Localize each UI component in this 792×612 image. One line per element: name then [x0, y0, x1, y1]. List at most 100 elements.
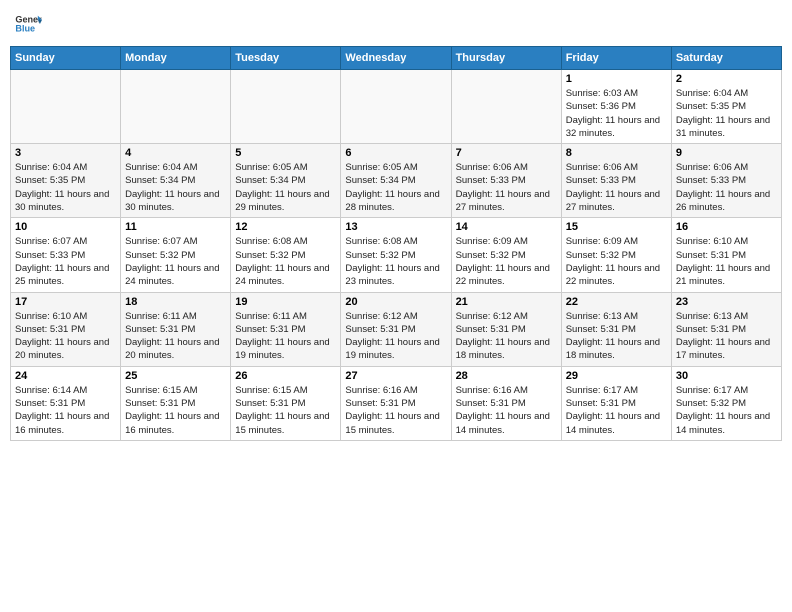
- calendar-cell: 30 Sunrise: 6:17 AMSunset: 5:32 PMDayligh…: [671, 366, 781, 440]
- day-info: Sunrise: 6:04 AMSunset: 5:35 PMDaylight:…: [676, 87, 777, 140]
- calendar-week-2: 3 Sunrise: 6:04 AMSunset: 5:35 PMDaylight…: [11, 144, 782, 218]
- calendar-cell: [451, 70, 561, 144]
- day-info: Sunrise: 6:03 AMSunset: 5:36 PMDaylight:…: [566, 87, 667, 140]
- logo-icon: General Blue: [14, 10, 42, 38]
- calendar-cell: 27Sunrise: 6:16 AMSunset: 5:31 PMDayligh…: [341, 366, 451, 440]
- column-header-monday: Monday: [121, 47, 231, 70]
- calendar-cell: 28Sunrise: 6:16 AMSunset: 5:31 PMDayligh…: [451, 366, 561, 440]
- calendar-cell: [121, 70, 231, 144]
- day-number: 11: [125, 221, 226, 233]
- calendar-cell: 26 Sunrise: 6:15 AMSunset: 5:31 PMDayligh…: [231, 366, 341, 440]
- calendar-cell: 8 Sunrise: 6:06 AMSunset: 5:33 PMDaylight…: [561, 144, 671, 218]
- day-number: 6: [345, 147, 446, 159]
- day-number: 25: [125, 370, 226, 382]
- calendar-week-3: 10Sunrise: 6:07 AMSunset: 5:33 PMDayligh…: [11, 218, 782, 292]
- day-info: Sunrise: 6:06 AMSunset: 5:33 PMDaylight:…: [676, 161, 777, 214]
- logo: General Blue: [14, 10, 42, 38]
- day-number: 1: [566, 73, 667, 85]
- day-number: 21: [456, 296, 557, 308]
- calendar-cell: 4 Sunrise: 6:04 AMSunset: 5:34 PMDaylight…: [121, 144, 231, 218]
- column-header-thursday: Thursday: [451, 47, 561, 70]
- day-number: 30: [676, 370, 777, 382]
- calendar-cell: 10Sunrise: 6:07 AMSunset: 5:33 PMDayligh…: [11, 218, 121, 292]
- day-number: 17: [15, 296, 116, 308]
- day-info: Sunrise: 6:06 AMSunset: 5:33 PMDaylight:…: [456, 161, 557, 214]
- day-info: Sunrise: 6:17 AMSunset: 5:31 PMDaylight:…: [566, 384, 667, 437]
- day-number: 28: [456, 370, 557, 382]
- column-header-friday: Friday: [561, 47, 671, 70]
- day-info: Sunrise: 6:15 AMSunset: 5:31 PMDaylight:…: [125, 384, 226, 437]
- calendar-body: 1 Sunrise: 6:03 AMSunset: 5:36 PMDaylight…: [11, 70, 782, 441]
- day-number: 24: [15, 370, 116, 382]
- day-info: Sunrise: 6:17 AMSunset: 5:32 PMDaylight:…: [676, 384, 777, 437]
- day-info: Sunrise: 6:13 AMSunset: 5:31 PMDaylight:…: [566, 310, 667, 363]
- column-header-wednesday: Wednesday: [341, 47, 451, 70]
- day-number: 5: [235, 147, 336, 159]
- day-info: Sunrise: 6:08 AMSunset: 5:32 PMDaylight:…: [345, 235, 446, 288]
- calendar-cell: [341, 70, 451, 144]
- day-info: Sunrise: 6:06 AMSunset: 5:33 PMDaylight:…: [566, 161, 667, 214]
- day-number: 13: [345, 221, 446, 233]
- calendar-cell: 14 Sunrise: 6:09 AMSunset: 5:32 PMDayligh…: [451, 218, 561, 292]
- calendar-header-row: SundayMondayTuesdayWednesdayThursdayFrid…: [11, 47, 782, 70]
- day-info: Sunrise: 6:11 AMSunset: 5:31 PMDaylight:…: [125, 310, 226, 363]
- day-number: 9: [676, 147, 777, 159]
- day-number: 15: [566, 221, 667, 233]
- day-number: 23: [676, 296, 777, 308]
- calendar-cell: 25 Sunrise: 6:15 AMSunset: 5:31 PMDayligh…: [121, 366, 231, 440]
- day-info: Sunrise: 6:16 AMSunset: 5:31 PMDaylight:…: [345, 384, 446, 437]
- column-header-saturday: Saturday: [671, 47, 781, 70]
- day-info: Sunrise: 6:04 AMSunset: 5:35 PMDaylight:…: [15, 161, 116, 214]
- day-number: 12: [235, 221, 336, 233]
- day-info: Sunrise: 6:08 AMSunset: 5:32 PMDaylight:…: [235, 235, 336, 288]
- day-number: 19: [235, 296, 336, 308]
- calendar-week-1: 1 Sunrise: 6:03 AMSunset: 5:36 PMDaylight…: [11, 70, 782, 144]
- page-header: General Blue: [10, 10, 782, 38]
- column-header-sunday: Sunday: [11, 47, 121, 70]
- column-header-tuesday: Tuesday: [231, 47, 341, 70]
- calendar-header: SundayMondayTuesdayWednesdayThursdayFrid…: [11, 47, 782, 70]
- day-number: 8: [566, 147, 667, 159]
- day-info: Sunrise: 6:12 AMSunset: 5:31 PMDaylight:…: [456, 310, 557, 363]
- calendar-cell: 3 Sunrise: 6:04 AMSunset: 5:35 PMDaylight…: [11, 144, 121, 218]
- day-number: 18: [125, 296, 226, 308]
- day-info: Sunrise: 6:12 AMSunset: 5:31 PMDaylight:…: [345, 310, 446, 363]
- calendar-cell: 22 Sunrise: 6:13 AMSunset: 5:31 PMDayligh…: [561, 292, 671, 366]
- day-info: Sunrise: 6:09 AMSunset: 5:32 PMDaylight:…: [566, 235, 667, 288]
- day-number: 16: [676, 221, 777, 233]
- day-number: 20: [345, 296, 446, 308]
- day-info: Sunrise: 6:10 AMSunset: 5:31 PMDaylight:…: [676, 235, 777, 288]
- calendar-cell: 21 Sunrise: 6:12 AMSunset: 5:31 PMDayligh…: [451, 292, 561, 366]
- calendar-cell: 18 Sunrise: 6:11 AMSunset: 5:31 PMDayligh…: [121, 292, 231, 366]
- calendar-cell: 12 Sunrise: 6:08 AMSunset: 5:32 PMDayligh…: [231, 218, 341, 292]
- calendar-cell: 19 Sunrise: 6:11 AMSunset: 5:31 PMDayligh…: [231, 292, 341, 366]
- day-number: 4: [125, 147, 226, 159]
- day-info: Sunrise: 6:11 AMSunset: 5:31 PMDaylight:…: [235, 310, 336, 363]
- day-info: Sunrise: 6:04 AMSunset: 5:34 PMDaylight:…: [125, 161, 226, 214]
- day-info: Sunrise: 6:07 AMSunset: 5:32 PMDaylight:…: [125, 235, 226, 288]
- day-info: Sunrise: 6:09 AMSunset: 5:32 PMDaylight:…: [456, 235, 557, 288]
- day-info: Sunrise: 6:05 AMSunset: 5:34 PMDaylight:…: [235, 161, 336, 214]
- calendar-cell: 17Sunrise: 6:10 AMSunset: 5:31 PMDayligh…: [11, 292, 121, 366]
- calendar-week-5: 24 Sunrise: 6:14 AMSunset: 5:31 PMDayligh…: [11, 366, 782, 440]
- calendar-cell: 11 Sunrise: 6:07 AMSunset: 5:32 PMDayligh…: [121, 218, 231, 292]
- calendar-cell: 23Sunrise: 6:13 AMSunset: 5:31 PMDayligh…: [671, 292, 781, 366]
- calendar-cell: 15 Sunrise: 6:09 AMSunset: 5:32 PMDayligh…: [561, 218, 671, 292]
- calendar-cell: 7 Sunrise: 6:06 AMSunset: 5:33 PMDaylight…: [451, 144, 561, 218]
- day-number: 29: [566, 370, 667, 382]
- calendar-week-4: 17Sunrise: 6:10 AMSunset: 5:31 PMDayligh…: [11, 292, 782, 366]
- day-number: 2: [676, 73, 777, 85]
- svg-text:Blue: Blue: [15, 24, 35, 34]
- day-number: 3: [15, 147, 116, 159]
- day-info: Sunrise: 6:15 AMSunset: 5:31 PMDaylight:…: [235, 384, 336, 437]
- day-info: Sunrise: 6:07 AMSunset: 5:33 PMDaylight:…: [15, 235, 116, 288]
- calendar-cell: 9 Sunrise: 6:06 AMSunset: 5:33 PMDaylight…: [671, 144, 781, 218]
- day-number: 7: [456, 147, 557, 159]
- calendar-cell: 24 Sunrise: 6:14 AMSunset: 5:31 PMDayligh…: [11, 366, 121, 440]
- day-info: Sunrise: 6:14 AMSunset: 5:31 PMDaylight:…: [15, 384, 116, 437]
- day-number: 14: [456, 221, 557, 233]
- day-info: Sunrise: 6:05 AMSunset: 5:34 PMDaylight:…: [345, 161, 446, 214]
- calendar-cell: [11, 70, 121, 144]
- day-number: 22: [566, 296, 667, 308]
- day-number: 26: [235, 370, 336, 382]
